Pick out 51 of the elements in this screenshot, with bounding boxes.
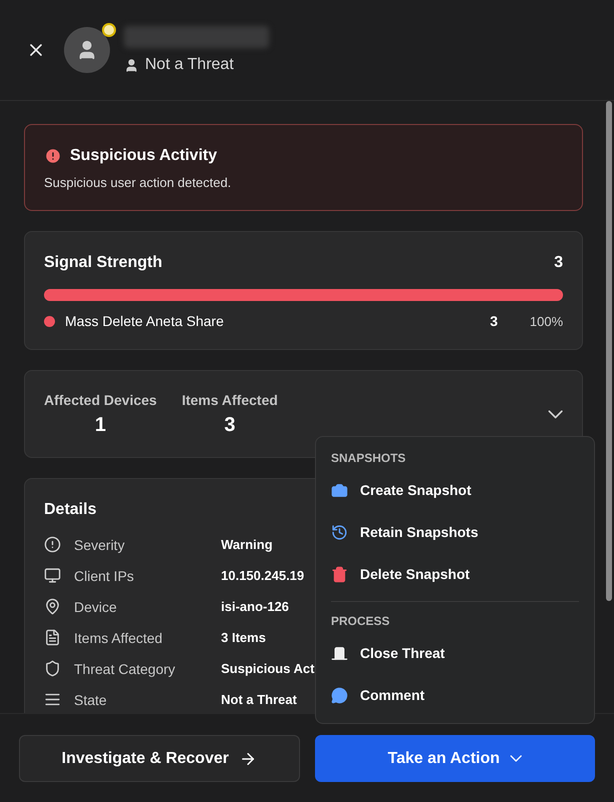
alert-title: Suspicious Activity <box>70 147 217 165</box>
trash-icon <box>331 566 348 582</box>
camera-icon <box>331 482 348 498</box>
detail-value: Not a Threat <box>221 692 297 707</box>
status-label: Not a Threat <box>145 56 234 74</box>
detail-label: State <box>74 692 108 708</box>
detail-value: isi-ano-126 <box>221 599 289 614</box>
map-pin-icon <box>44 598 61 615</box>
action-button[interactable]: Take an Action <box>314 735 595 782</box>
history-icon <box>331 524 348 540</box>
detail-label: Items Affected <box>74 630 164 646</box>
signal-total: 3 <box>554 254 563 272</box>
details-title: Details <box>44 501 98 519</box>
detail-value: Suspicious Act <box>221 661 314 676</box>
detail-label: Severity <box>74 536 126 552</box>
monitor-icon <box>44 567 61 584</box>
investigate-button[interactable]: Investigate & Recover <box>19 735 300 782</box>
scrollbar-thumb[interactable] <box>606 101 612 601</box>
list-icon <box>44 691 61 708</box>
detail-label: Device <box>74 598 118 614</box>
user-icon <box>124 58 139 72</box>
menu-item[interactable]: Delete Snapshot <box>331 553 579 595</box>
detail-value: Warning <box>221 537 273 552</box>
expand-button[interactable] <box>548 410 563 419</box>
menu-item[interactable]: Close Threat <box>331 632 579 674</box>
menu-section-title: SNAPSHOTS <box>331 451 407 465</box>
stat-label: Affected Devices <box>44 392 157 408</box>
stat-label: Items Affected <box>182 392 278 408</box>
alert-icon <box>44 536 61 553</box>
detail-value: 3 Items <box>221 630 266 645</box>
warning-badge-icon <box>102 23 116 37</box>
chevron-down-icon <box>548 410 563 419</box>
speech-bubble-icon <box>331 686 348 704</box>
detail-label: Client IPs <box>74 568 135 584</box>
signal-name: Mass Delete Aneta Share <box>65 313 224 329</box>
menu-item[interactable]: Create Snapshot <box>331 469 579 511</box>
alert-icon <box>44 147 62 165</box>
stat-value: 1 <box>94 414 106 437</box>
caret-icon <box>510 755 522 762</box>
signal-count: 3 <box>490 313 498 329</box>
signal-percent: 100% <box>530 314 563 328</box>
menu-item[interactable]: Comment <box>331 674 579 716</box>
file-icon <box>44 629 61 646</box>
detail-value: 10.150.245.19 <box>221 568 304 583</box>
detail-label: Threat Category <box>74 660 176 676</box>
menu-item[interactable]: Retain Snapshots <box>331 511 579 553</box>
menu-section-title: PROCESS <box>331 614 391 628</box>
alert-message: Suspicious user action detected. <box>44 175 232 190</box>
stat-value: 3 <box>224 414 236 437</box>
shield-icon <box>44 660 61 677</box>
signal-title: Signal Strength <box>44 254 162 272</box>
